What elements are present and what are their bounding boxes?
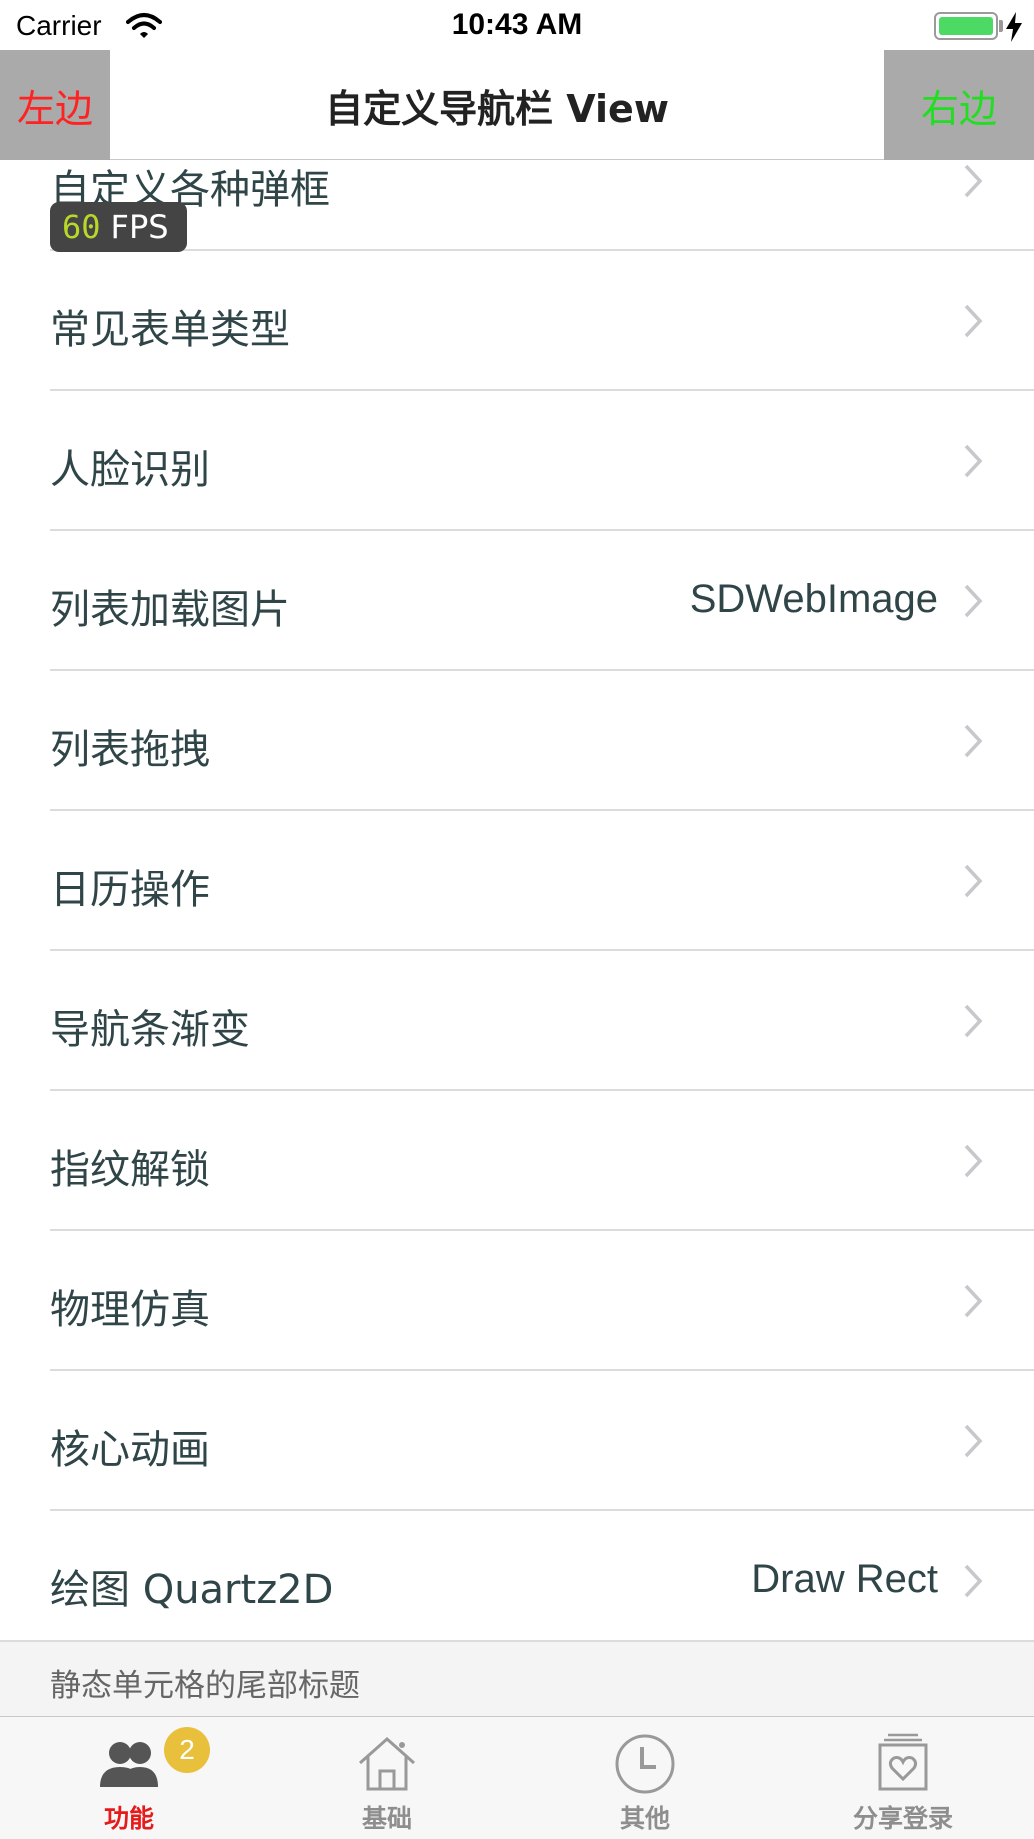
chevron-right-icon [964, 1424, 983, 1458]
home-icon [359, 1736, 415, 1791]
table-row[interactable]: 常见表单类型 [0, 251, 1034, 391]
row-label: 绘图 Quartz2D [50, 1567, 334, 1613]
charging-bolt-icon [1006, 12, 1022, 42]
row-label: 列表加载图片 [50, 587, 290, 633]
tab-bar: 2 功能 基础 其他 分享登录 [0, 1716, 1034, 1839]
row-label: 物理仿真 [50, 1287, 210, 1333]
tab-other[interactable]: 其他 [516, 1717, 774, 1839]
nav-left-button[interactable]: 左边 [0, 50, 110, 160]
fps-unit: FPS [110, 208, 169, 246]
battery-tip [999, 20, 1003, 32]
table-footer: 静态单元格的尾部标题 [0, 1640, 1034, 1716]
row-label: 指纹解锁 [50, 1147, 210, 1193]
chevron-right-icon [964, 584, 983, 618]
status-bar: Carrier 10:43 AM [0, 0, 1034, 50]
table-row[interactable]: 物理仿真 [0, 1231, 1034, 1371]
people-icon [100, 1742, 158, 1787]
row-label: 常见表单类型 [50, 307, 290, 353]
table-row[interactable]: 指纹解锁 [0, 1091, 1034, 1231]
row-detail: Draw Rect [751, 1557, 938, 1601]
chevron-right-icon [964, 1004, 983, 1038]
heart-box-icon [878, 1733, 928, 1791]
tab-share-login[interactable]: 分享登录 [774, 1717, 1032, 1839]
chevron-right-icon [964, 304, 983, 338]
tab-features[interactable]: 2 功能 [0, 1717, 258, 1839]
chevron-right-icon [964, 444, 983, 478]
table-row[interactable]: 列表加载图片 SDWebImage [0, 531, 1034, 671]
table-row[interactable]: 列表拖拽 [0, 671, 1034, 811]
tab-basics[interactable]: 基础 [258, 1717, 516, 1839]
chevron-right-icon [964, 1284, 983, 1318]
battery-level [939, 17, 993, 35]
row-label: 列表拖拽 [50, 727, 210, 773]
tab-badge: 2 [164, 1727, 210, 1773]
table-row[interactable]: 核心动画 [0, 1371, 1034, 1511]
chevron-right-icon [964, 1564, 983, 1598]
row-detail: SDWebImage [689, 577, 938, 621]
nav-right-button[interactable]: 右边 [884, 50, 1034, 160]
tab-label: 功能 [103, 1804, 154, 1833]
table-row[interactable]: 日历操作 [0, 811, 1034, 951]
table-row[interactable]: 导航条渐变 [0, 951, 1034, 1091]
fps-value: 60 [62, 208, 101, 246]
chevron-right-icon [964, 1144, 983, 1178]
fps-badge: 60 FPS [50, 202, 187, 252]
table-view: 自定义各种弹框 常见表单类型 人脸识别 列表加载图片 SDWebImage 列表拖拽 日历操… [0, 160, 1034, 1716]
tab-label: 基础 [361, 1804, 412, 1833]
chevron-right-icon [964, 724, 983, 758]
navigation-bar: 左边 自定义导航栏 View 右边 [0, 50, 1034, 160]
clock-icon [615, 1734, 675, 1794]
row-label: 导航条渐变 [50, 1007, 250, 1053]
tab-label: 其他 [619, 1804, 670, 1833]
row-label: 人脸识别 [50, 447, 210, 493]
row-label: 核心动画 [50, 1427, 210, 1473]
tab-label: 分享登录 [852, 1804, 953, 1833]
nav-title: 自定义导航栏 View [325, 86, 669, 131]
table-row[interactable]: 绘图 Quartz2D Draw Rect [0, 1511, 1034, 1651]
chevron-right-icon [964, 164, 983, 198]
status-time: 10:43 AM [451, 8, 583, 41]
battery-icon [934, 12, 998, 40]
chevron-right-icon [964, 864, 983, 898]
table-footer-title: 静态单元格的尾部标题 [50, 1668, 360, 1704]
table-row[interactable]: 人脸识别 [0, 391, 1034, 531]
row-label: 日历操作 [50, 867, 210, 913]
